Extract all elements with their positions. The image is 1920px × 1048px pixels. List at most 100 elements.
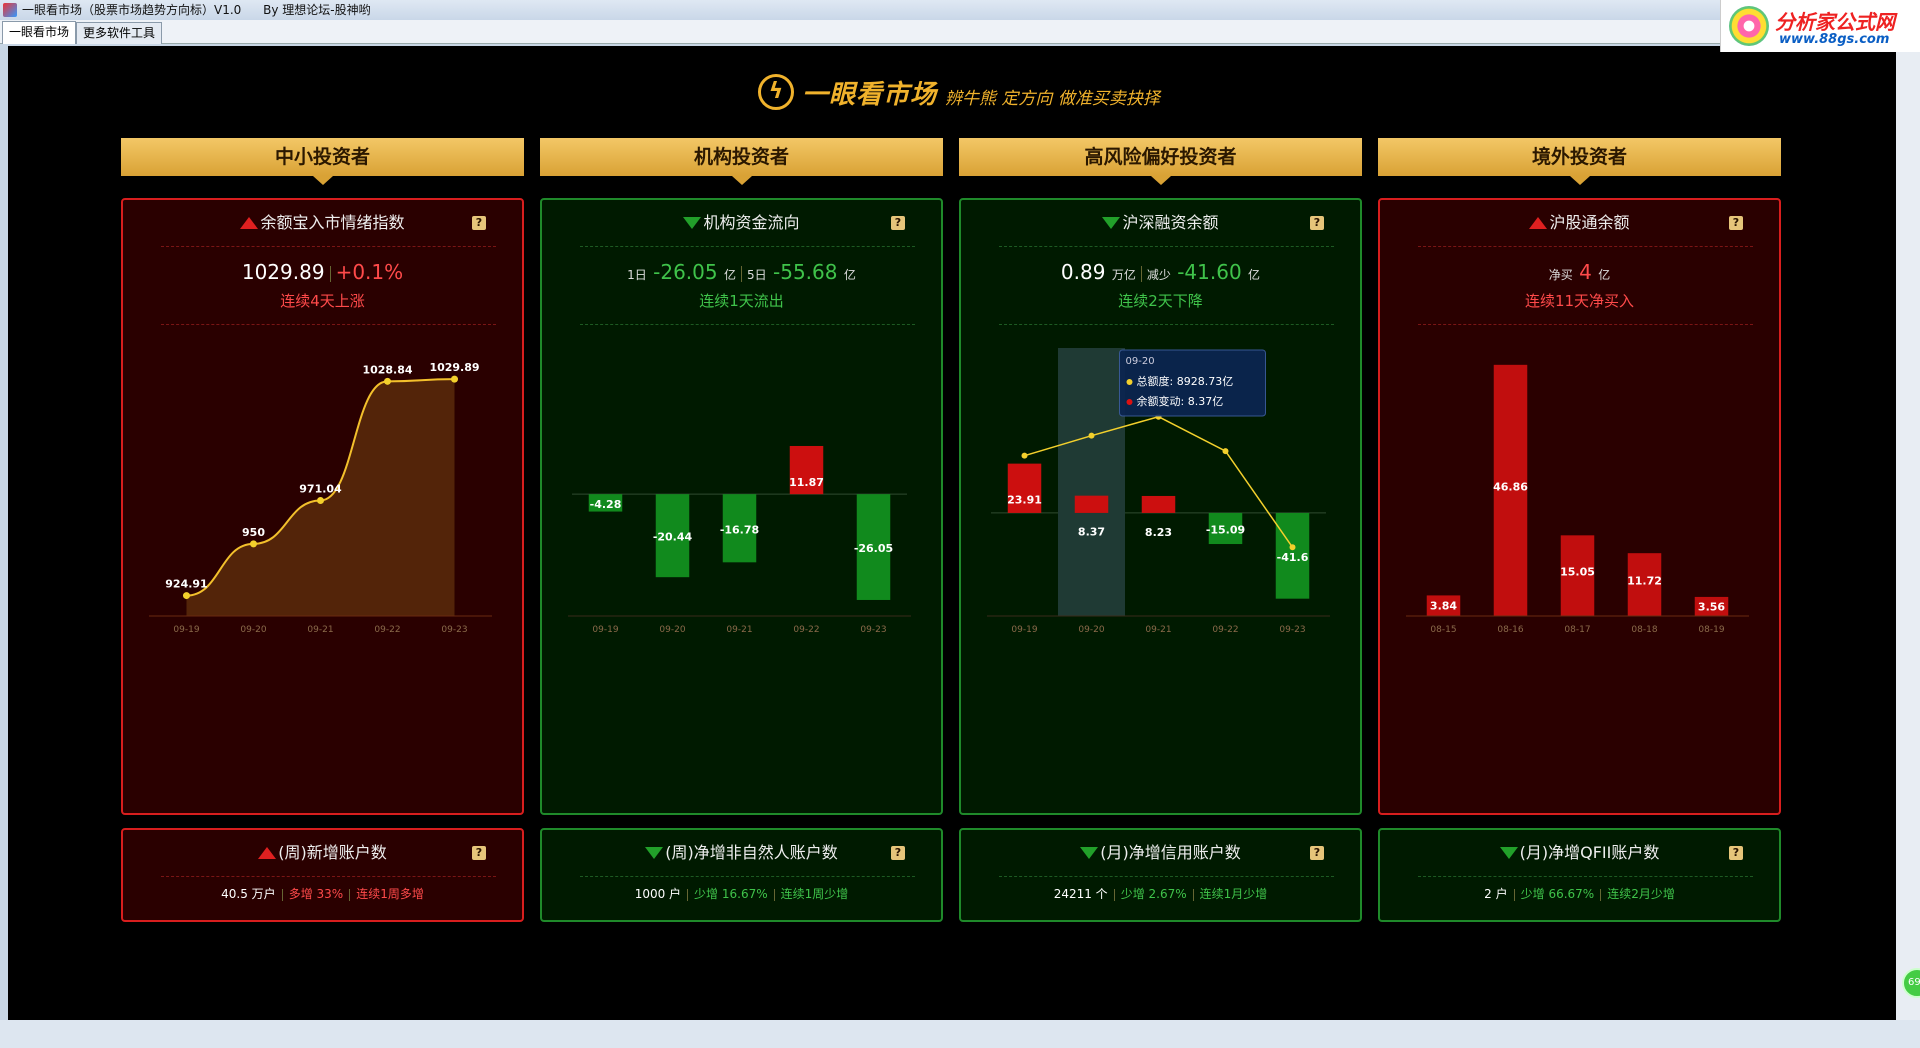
small-values: 2 户少增 66.67% 连续2月少增: [1380, 885, 1779, 902]
help-icon[interactable]: ?: [1310, 216, 1324, 230]
hk-connect-chart: 3.84 46.86 15.05 11.72 3.56 08-15 08-16 08-17 08…: [1406, 364, 1749, 635]
app-logo: ϟ 一眼看市场 辨牛熊 定方向 做准买卖抉择: [758, 72, 1160, 112]
window-author: By 理想论坛-股神哟: [263, 3, 371, 17]
main-value-row: 0.89 万亿 减少 -41.60 亿: [961, 260, 1360, 284]
column-header: 高风险偏好投资者: [959, 138, 1362, 185]
arrow-up-icon: [240, 216, 259, 229]
arrow-up-icon: [1529, 216, 1548, 229]
logo-name: 一眼看市场: [802, 79, 938, 110]
balance-unit: 万亿: [1111, 268, 1136, 282]
bar: [1141, 495, 1176, 513]
card-title-label: 余额宝入市情绪指数: [260, 213, 405, 232]
change-label: 少增: [694, 887, 719, 901]
bar-label: 23.91: [1007, 494, 1042, 507]
x-tick-label: 08-18: [1631, 625, 1657, 635]
help-icon[interactable]: ?: [472, 846, 486, 860]
bar-label: -4.28: [590, 498, 622, 511]
streak-text: 连续4天上涨: [280, 292, 365, 310]
help-icon[interactable]: ?: [1729, 846, 1743, 860]
main-value-row: 1日 -26.05 亿 5日 -55.68 亿: [542, 260, 941, 284]
x-tick-label: 09-21: [726, 625, 752, 635]
index-value: 1029.89: [241, 260, 325, 284]
line-point: [1289, 544, 1296, 551]
main-value-row: 1029.89 +0.1%: [123, 260, 522, 284]
card-non-natural-accounts: (周)净增非自然人账户数 ? 1000 户少增 16.67% 连续1周少增: [540, 828, 943, 922]
card-title-label: (周)新增账户数: [278, 843, 387, 862]
column-header-label: 高风险偏好投资者: [1084, 146, 1237, 168]
card-title-label: (月)净增QFII账户数: [1519, 843, 1660, 862]
bar-label: -41.6: [1277, 551, 1309, 564]
bar-label: 11.72: [1627, 575, 1662, 588]
x-tick-label: 09-22: [1212, 625, 1238, 635]
tooltip-change: 余额变动: 8.37亿: [1137, 394, 1224, 408]
value-separator: [1113, 888, 1115, 901]
change-label: 少增: [1120, 887, 1145, 901]
help-icon[interactable]: ?: [1729, 216, 1743, 230]
vertical-scrollbar[interactable]: [1896, 46, 1920, 1020]
d5-label: 5日: [747, 268, 767, 282]
change-label: 少增: [1520, 887, 1545, 901]
bar-label: -16.78: [720, 523, 759, 536]
watermark-brand: 分析家公式网: [1775, 10, 1895, 34]
card-title-label: 机构资金流向: [703, 213, 800, 232]
value-separator: [349, 888, 351, 901]
tooltip-date: 09-20: [1126, 356, 1155, 367]
value-separator: [1192, 888, 1194, 901]
bar-label: -26.05: [854, 542, 893, 555]
change-pct: 16.67%: [721, 887, 768, 901]
column-foreign-investors: 境外投资者 沪股通余额 ? 净买 4 亿 连续11天净买入 3.84 46.86 1…: [1378, 138, 1781, 922]
card-title: 余额宝入市情绪指数: [123, 212, 522, 234]
main-value-row: 净买 4 亿: [1380, 260, 1779, 284]
bar-label: 8.23: [1145, 526, 1172, 539]
tab-more-tools[interactable]: 更多软件工具: [76, 22, 163, 44]
value-separator: [1513, 888, 1515, 901]
divider: [580, 324, 915, 325]
bar-label: 8.37: [1078, 526, 1105, 539]
tooltip-total: 总额度: 8928.73亿: [1137, 374, 1234, 388]
header-notch: [1569, 176, 1590, 185]
x-tick-label: 09-19: [1011, 625, 1037, 635]
x-tick-label: 08-15: [1430, 625, 1456, 635]
divider: [999, 324, 1334, 325]
tooltip-dot: [1126, 399, 1133, 405]
card-title: 沪深融资余额: [961, 212, 1360, 234]
x-tick-label: 09-22: [793, 625, 819, 635]
tooltip-dot: [1126, 379, 1133, 385]
help-icon[interactable]: ?: [1310, 846, 1324, 860]
x-tick-label: 09-23: [1279, 625, 1305, 635]
change-pct: 33%: [316, 887, 344, 901]
help-icon[interactable]: ?: [472, 216, 486, 230]
value-separator: [773, 888, 775, 901]
data-point: [451, 375, 458, 383]
arrow-down-icon: [1499, 846, 1518, 859]
net-label: 净买: [1548, 268, 1573, 282]
card-hk-connect-balance: 沪股通余额 ? 净买 4 亿 连续11天净买入 3.84 46.86 15.05 11…: [1378, 198, 1781, 815]
column-retail-investors: 中小投资者 余额宝入市情绪指数 ? 1029.89 +0.1% 连续4天上涨 92…: [121, 138, 524, 922]
account-count: 24211 个: [1053, 887, 1108, 901]
line-point: [1088, 432, 1095, 439]
small-values: 40.5 万户 多增 33% 连续1周多增: [123, 885, 522, 902]
d1-unit: 亿: [723, 268, 736, 282]
help-icon[interactable]: ?: [891, 216, 905, 230]
divider: [580, 876, 915, 877]
institution-flow-chart: -4.28 -20.44 -16.78 11.87 -26.05 09-19 09-20 09…: [568, 445, 911, 635]
data-label: 950: [242, 526, 265, 539]
help-icon[interactable]: ?: [891, 846, 905, 860]
card-title: 沪股通余额: [1380, 212, 1779, 234]
tab-market-overview[interactable]: 一眼看市场: [2, 21, 77, 44]
streak-text: 连续11天净买入: [1524, 292, 1635, 310]
card-title: (月)净增QFII账户数: [1380, 842, 1779, 864]
x-tick-label: 09-21: [307, 625, 333, 635]
divider: [161, 324, 496, 325]
header-notch: [1150, 176, 1171, 185]
margin-balance-chart[interactable]: 23.91 8.37 8.23 -15.09 -41.6 09-19 09-20 09-21 0…: [961, 328, 1360, 658]
card-yuebao-index: 余额宝入市情绪指数 ? 1029.89 +0.1% 连续4天上涨 924.91 95…: [121, 198, 524, 815]
card-title: 机构资金流向: [542, 212, 941, 234]
value-separator: [329, 265, 331, 282]
column-header: 境外投资者: [1378, 138, 1781, 185]
value-separator: [1140, 265, 1142, 282]
header-notch: [312, 176, 333, 185]
column-header-label: 中小投资者: [274, 146, 370, 168]
card-new-accounts: (周)新增账户数 ? 40.5 万户 多增 33% 连续1周多增: [121, 828, 524, 922]
column-header-label: 机构投资者: [693, 146, 789, 168]
